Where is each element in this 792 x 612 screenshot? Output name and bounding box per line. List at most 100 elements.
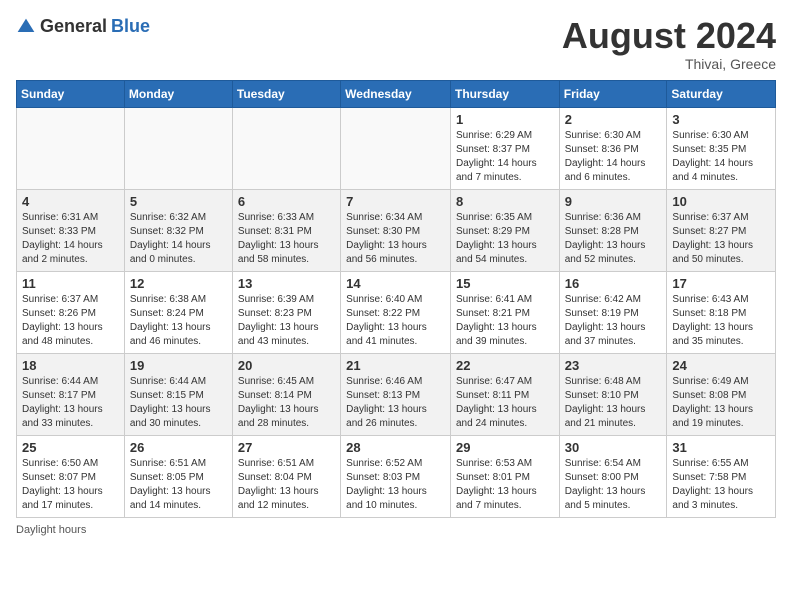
- day-info: Sunrise: 6:50 AM Sunset: 8:07 PM Dayligh…: [22, 457, 119, 513]
- title-block: August 2024 Thivai, Greece: [562, 16, 776, 72]
- calendar-cell: [17, 107, 125, 189]
- day-number: 19: [130, 358, 227, 373]
- day-info: Sunrise: 6:36 AM Sunset: 8:28 PM Dayligh…: [565, 211, 662, 267]
- calendar-cell: 16 Sunrise: 6:42 AM Sunset: 8:19 PM Dayli…: [559, 271, 667, 353]
- footer-note: Daylight hours: [16, 524, 776, 536]
- day-number: 29: [456, 440, 554, 455]
- calendar-week-row: 18Sunrise: 6:44 AM Sunset: 8:17 PM Dayli…: [17, 353, 776, 435]
- day-number: 15: [456, 276, 554, 291]
- day-number: 1: [456, 112, 554, 127]
- col-header-thursday: Thursday: [450, 80, 559, 107]
- calendar-cell: 15 Sunrise: 6:41 AM Sunset: 8:21 PM Dayli…: [450, 271, 559, 353]
- calendar-cell: 24 Sunrise: 6:49 AM Sunset: 8:08 PM Dayli…: [667, 353, 776, 435]
- calendar-cell: 13 Sunrise: 6:39 AM Sunset: 8:23 PM Dayli…: [232, 271, 340, 353]
- calendar-table: SundayMondayTuesdayWednesdayThursdayFrid…: [16, 80, 776, 518]
- calendar-cell: 9 Sunrise: 6:36 AM Sunset: 8:28 PM Daylig…: [559, 189, 667, 271]
- day-info: Sunrise: 6:29 AM Sunset: 8:37 PM Dayligh…: [456, 129, 554, 185]
- month-year: August 2024: [562, 16, 776, 56]
- col-header-monday: Monday: [124, 80, 232, 107]
- day-info: Sunrise: 6:48 AM Sunset: 8:10 PM Dayligh…: [565, 375, 662, 431]
- day-number: 31: [672, 440, 770, 455]
- day-info: Sunrise: 6:30 AM Sunset: 8:36 PM Dayligh…: [565, 129, 662, 185]
- day-number: 9: [565, 194, 662, 209]
- col-header-sunday: Sunday: [17, 80, 125, 107]
- col-header-saturday: Saturday: [667, 80, 776, 107]
- calendar-cell: 31 Sunrise: 6:55 AM Sunset: 7:58 PM Dayli…: [667, 435, 776, 517]
- day-number: 22: [456, 358, 554, 373]
- calendar-cell: 20 Sunrise: 6:45 AM Sunset: 8:14 PM Dayli…: [232, 353, 340, 435]
- day-number: 20: [238, 358, 335, 373]
- day-number: 17: [672, 276, 770, 291]
- calendar-week-row: 25 Sunrise: 6:50 AM Sunset: 8:07 PM Dayli…: [17, 435, 776, 517]
- day-info: Sunrise: 6:42 AM Sunset: 8:19 PM Dayligh…: [565, 293, 662, 349]
- calendar-cell: [341, 107, 451, 189]
- day-number: 13: [238, 276, 335, 291]
- day-info: Sunrise: 6:30 AM Sunset: 8:35 PM Dayligh…: [672, 129, 770, 185]
- day-info: Sunrise: 6:39 AM Sunset: 8:23 PM Dayligh…: [238, 293, 335, 349]
- day-info: Sunrise: 6:35 AM Sunset: 8:29 PM Dayligh…: [456, 211, 554, 267]
- calendar-cell: 4 Sunrise: 6:31 AM Sunset: 8:33 PM Daylig…: [17, 189, 125, 271]
- logo-general: General: [40, 16, 107, 37]
- daylight-label: Daylight hours: [16, 524, 86, 536]
- day-info: Sunrise: 6:40 AM Sunset: 8:22 PM Dayligh…: [346, 293, 445, 349]
- logo: General Blue: [16, 16, 150, 37]
- day-number: 7: [346, 194, 445, 209]
- calendar-cell: 22 Sunrise: 6:47 AM Sunset: 8:11 PM Dayli…: [450, 353, 559, 435]
- calendar-cell: 28 Sunrise: 6:52 AM Sunset: 8:03 PM Dayli…: [341, 435, 451, 517]
- day-info: Sunrise: 6:46 AM Sunset: 8:13 PM Dayligh…: [346, 375, 445, 431]
- calendar-cell: 27 Sunrise: 6:51 AM Sunset: 8:04 PM Dayli…: [232, 435, 340, 517]
- day-number: 26: [130, 440, 227, 455]
- day-info: Sunrise: 6:55 AM Sunset: 7:58 PM Dayligh…: [672, 457, 770, 513]
- day-info: Sunrise: 6:51 AM Sunset: 8:04 PM Dayligh…: [238, 457, 335, 513]
- day-number: 16: [565, 276, 662, 291]
- calendar-week-row: 1 Sunrise: 6:29 AM Sunset: 8:37 PM Daylig…: [17, 107, 776, 189]
- day-number: 10: [672, 194, 770, 209]
- day-number: 27: [238, 440, 335, 455]
- day-info: Sunrise: 6:47 AM Sunset: 8:11 PM Dayligh…: [456, 375, 554, 431]
- day-info: Sunrise: 6:51 AM Sunset: 8:05 PM Dayligh…: [130, 457, 227, 513]
- calendar-cell: 3 Sunrise: 6:30 AM Sunset: 8:35 PM Daylig…: [667, 107, 776, 189]
- day-info: Sunrise: 6:52 AM Sunset: 8:03 PM Dayligh…: [346, 457, 445, 513]
- day-info: Sunrise: 6:32 AM Sunset: 8:32 PM Dayligh…: [130, 211, 227, 267]
- day-info: Sunrise: 6:44 AM Sunset: 8:15 PM Dayligh…: [130, 375, 227, 431]
- day-info: Sunrise: 6:53 AM Sunset: 8:01 PM Dayligh…: [456, 457, 554, 513]
- calendar-cell: [232, 107, 340, 189]
- day-info: Sunrise: 6:41 AM Sunset: 8:21 PM Dayligh…: [456, 293, 554, 349]
- day-info: Sunrise: 6:38 AM Sunset: 8:24 PM Dayligh…: [130, 293, 227, 349]
- calendar-cell: 12 Sunrise: 6:38 AM Sunset: 8:24 PM Dayli…: [124, 271, 232, 353]
- logo-icon: [16, 17, 36, 37]
- col-header-tuesday: Tuesday: [232, 80, 340, 107]
- calendar-cell: 26 Sunrise: 6:51 AM Sunset: 8:05 PM Dayli…: [124, 435, 232, 517]
- calendar-cell: 23Sunrise: 6:48 AM Sunset: 8:10 PM Dayli…: [559, 353, 667, 435]
- day-number: 28: [346, 440, 445, 455]
- col-header-friday: Friday: [559, 80, 667, 107]
- calendar-cell: 17Sunrise: 6:43 AM Sunset: 8:18 PM Dayli…: [667, 271, 776, 353]
- location: Thivai, Greece: [562, 56, 776, 72]
- calendar-cell: 5Sunrise: 6:32 AM Sunset: 8:32 PM Daylig…: [124, 189, 232, 271]
- day-info: Sunrise: 6:49 AM Sunset: 8:08 PM Dayligh…: [672, 375, 770, 431]
- calendar-cell: 29 Sunrise: 6:53 AM Sunset: 8:01 PM Dayli…: [450, 435, 559, 517]
- calendar-cell: 25 Sunrise: 6:50 AM Sunset: 8:07 PM Dayli…: [17, 435, 125, 517]
- day-number: 30: [565, 440, 662, 455]
- day-number: 4: [22, 194, 119, 209]
- calendar-header-row: SundayMondayTuesdayWednesdayThursdayFrid…: [17, 80, 776, 107]
- day-info: Sunrise: 6:31 AM Sunset: 8:33 PM Dayligh…: [22, 211, 119, 267]
- day-info: Sunrise: 6:45 AM Sunset: 8:14 PM Dayligh…: [238, 375, 335, 431]
- calendar-cell: 21Sunrise: 6:46 AM Sunset: 8:13 PM Dayli…: [341, 353, 451, 435]
- calendar-cell: 2 Sunrise: 6:30 AM Sunset: 8:36 PM Daylig…: [559, 107, 667, 189]
- day-number: 6: [238, 194, 335, 209]
- day-number: 24: [672, 358, 770, 373]
- day-info: Sunrise: 6:54 AM Sunset: 8:00 PM Dayligh…: [565, 457, 662, 513]
- day-number: 12: [130, 276, 227, 291]
- day-info: Sunrise: 6:34 AM Sunset: 8:30 PM Dayligh…: [346, 211, 445, 267]
- calendar-cell: 10Sunrise: 6:37 AM Sunset: 8:27 PM Dayli…: [667, 189, 776, 271]
- day-number: 2: [565, 112, 662, 127]
- calendar-cell: 1 Sunrise: 6:29 AM Sunset: 8:37 PM Daylig…: [450, 107, 559, 189]
- calendar-week-row: 4 Sunrise: 6:31 AM Sunset: 8:33 PM Daylig…: [17, 189, 776, 271]
- calendar-week-row: 11Sunrise: 6:37 AM Sunset: 8:26 PM Dayli…: [17, 271, 776, 353]
- day-number: 25: [22, 440, 119, 455]
- page-header: General Blue August 2024 Thivai, Greece: [16, 16, 776, 72]
- day-number: 8: [456, 194, 554, 209]
- day-number: 3: [672, 112, 770, 127]
- day-number: 18: [22, 358, 119, 373]
